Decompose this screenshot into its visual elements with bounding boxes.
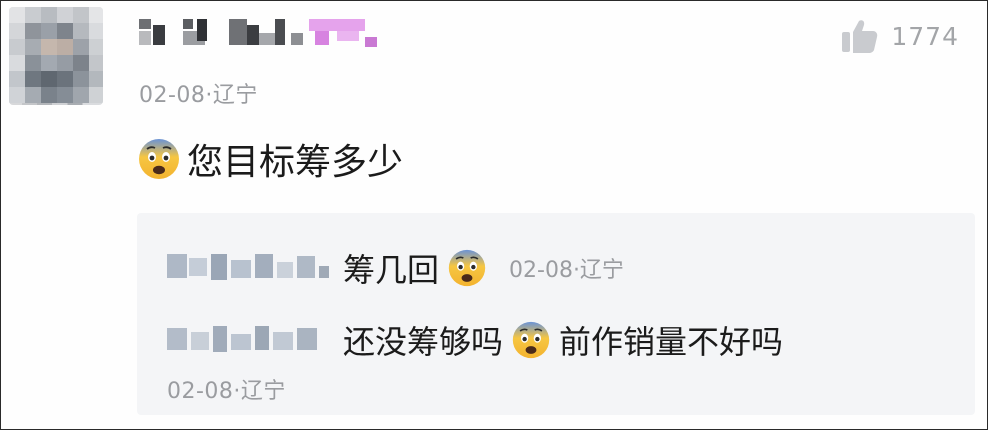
like-count: 1774 [891,21,959,51]
username-blurred[interactable] [139,15,389,55]
reply-username-blurred[interactable] [167,320,335,360]
thumbs-up-icon[interactable] [839,15,881,57]
replies-panel[interactable]: 筹几回 02-08·辽宁 还没筹够吗 前作销量不好吗 02-08·辽宁 [137,213,975,415]
reply-time: 02-08·辽宁 [509,258,624,283]
post-meta: 02-08·辽宁 [139,83,258,108]
reply-username-blurred[interactable] [167,248,335,288]
reply-time: 02-08·辽宁 [167,379,286,404]
reply-text-start: 还没筹够吗 [343,323,504,361]
comment-text: 您目标筹多少 [187,142,404,183]
comment-card: 02-08·辽宁 1774 您目标筹多少 筹几回 02-08·辽宁 还没筹够吗 … [0,0,988,430]
reply-text-end: 前作销量不好吗 [559,323,784,361]
comment-body: 您目标筹多少 [137,133,403,185]
reply-text: 筹几回 [343,251,440,289]
fearful-face-emoji [139,139,179,179]
reply-item[interactable]: 筹几回 02-08·辽宁 [167,245,624,291]
avatar[interactable] [9,7,103,105]
fearful-face-emoji [448,249,486,287]
fearful-face-emoji [512,321,550,359]
like-control[interactable]: 1774 [839,15,959,57]
reply-item[interactable]: 还没筹够吗 前作销量不好吗 [167,317,783,363]
